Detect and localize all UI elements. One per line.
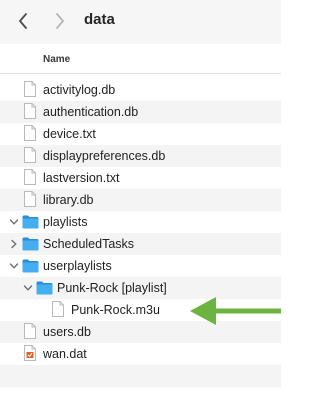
file-name-label: displaypreferences.db bbox=[43, 149, 166, 163]
file-name-label: device.txt bbox=[43, 127, 96, 141]
file-name-label: playlists bbox=[43, 215, 88, 229]
file-row[interactable]: lastversion.txt bbox=[0, 167, 281, 189]
file-list: activitylog.db authentication.db device.tx… bbox=[0, 79, 281, 387]
file-name-label: wan.dat bbox=[43, 347, 87, 361]
chevron-right-icon bbox=[56, 13, 64, 29]
folder-icon bbox=[36, 281, 53, 295]
script-file-icon bbox=[24, 345, 36, 361]
document-icon bbox=[24, 81, 36, 97]
file-row[interactable]: wan.dat bbox=[0, 343, 281, 365]
name-column-header[interactable]: Name bbox=[43, 54, 70, 65]
document-icon bbox=[24, 323, 36, 339]
disclosure-collapsed-icon[interactable] bbox=[9, 239, 19, 249]
folder-row[interactable]: userplaylists bbox=[0, 255, 281, 277]
window-title: data bbox=[84, 11, 115, 28]
column-header: Name bbox=[0, 44, 281, 74]
file-row[interactable]: displaypreferences.db bbox=[0, 145, 281, 167]
back-button[interactable] bbox=[11, 8, 35, 34]
forward-button[interactable] bbox=[48, 8, 72, 34]
file-row[interactable]: device.txt bbox=[0, 123, 281, 145]
file-name-label: Punk-Rock.m3u bbox=[71, 303, 160, 317]
empty-row bbox=[0, 365, 281, 387]
disclosure-expanded-icon[interactable] bbox=[9, 217, 19, 227]
folder-row[interactable]: ScheduledTasks bbox=[0, 233, 281, 255]
file-name-label: activitylog.db bbox=[43, 83, 116, 97]
file-name-label: ScheduledTasks bbox=[43, 237, 135, 251]
file-row[interactable]: library.db bbox=[0, 189, 281, 211]
chevron-left-icon bbox=[19, 13, 27, 29]
folder-icon bbox=[22, 215, 39, 229]
document-icon bbox=[24, 103, 36, 119]
toolbar: data bbox=[0, 0, 281, 44]
file-name-label: userplaylists bbox=[43, 259, 112, 273]
file-name-label: users.db bbox=[43, 325, 91, 339]
folder-icon bbox=[22, 259, 39, 273]
document-icon bbox=[24, 169, 36, 185]
folder-icon bbox=[22, 237, 39, 251]
green-arrow-icon bbox=[190, 297, 281, 325]
document-icon bbox=[52, 301, 64, 317]
file-name-label: Punk-Rock [playlist] bbox=[57, 281, 167, 295]
file-row[interactable]: activitylog.db bbox=[0, 79, 281, 101]
file-name-label: library.db bbox=[43, 193, 94, 207]
document-icon bbox=[24, 191, 36, 207]
folder-row[interactable]: playlists bbox=[0, 211, 281, 233]
disclosure-expanded-icon[interactable] bbox=[23, 283, 33, 293]
file-row[interactable]: authentication.db bbox=[0, 101, 281, 123]
document-icon bbox=[24, 125, 36, 141]
file-name-label: lastversion.txt bbox=[43, 171, 120, 185]
disclosure-expanded-icon[interactable] bbox=[9, 261, 19, 271]
document-icon bbox=[24, 147, 36, 163]
file-name-label: authentication.db bbox=[43, 105, 139, 119]
